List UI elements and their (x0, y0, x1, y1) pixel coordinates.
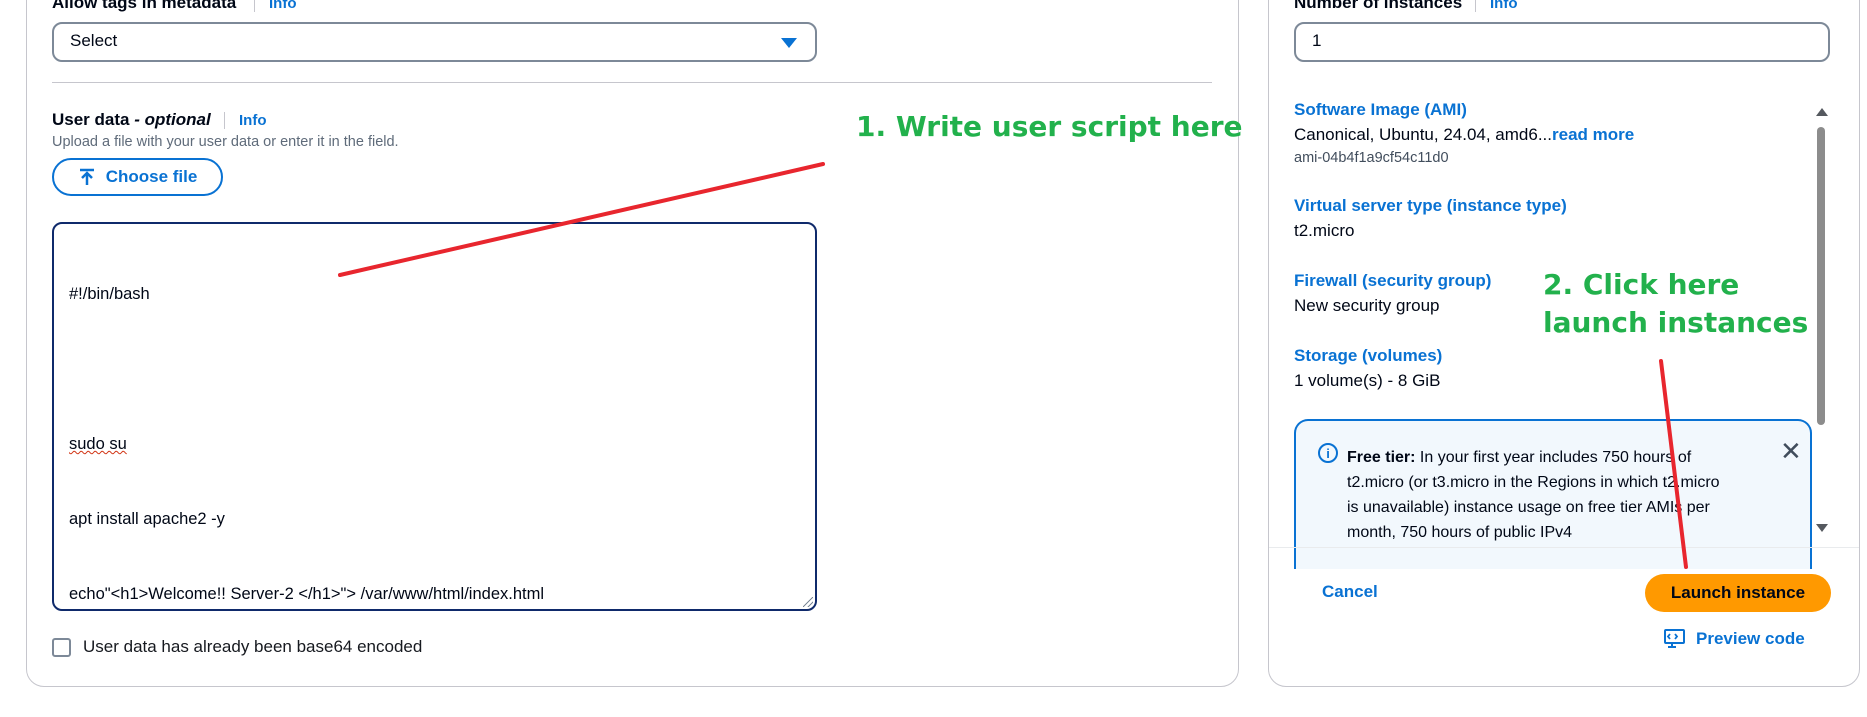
resize-handle[interactable] (803, 597, 813, 607)
ami-title[interactable]: Software Image (AMI) (1294, 100, 1467, 120)
user-data-description: Upload a file with your user data or ent… (52, 134, 399, 150)
user-data-line: #!/bin/bash (69, 285, 150, 303)
free-tier-text: Free tier: In your first year includes 7… (1347, 445, 1727, 545)
footer-divider (1269, 547, 1859, 548)
annotation-step1: 1. Write user script here (856, 110, 1243, 143)
storage-title[interactable]: Storage (volumes) (1294, 346, 1442, 366)
preview-code-label: Preview code (1696, 629, 1805, 648)
ami-value: Canonical, Ubuntu, 24.04, amd6... (1294, 125, 1552, 144)
firewall-value: New security group (1294, 296, 1440, 315)
metadata-tags-info-link[interactable]: Info (254, 0, 297, 12)
choose-file-label: Choose file (105, 167, 198, 186)
launch-instance-label: Launch instance (1670, 583, 1806, 602)
user-data-line (69, 357, 800, 382)
preview-code-icon (1664, 629, 1685, 648)
cancel-button[interactable]: Cancel (1322, 582, 1378, 602)
metadata-tags-select[interactable]: Select (52, 22, 817, 62)
ami-id: ami-04b4f1a9cf54c11d0 (1294, 150, 1449, 166)
user-data-label: User data - optional (52, 110, 211, 130)
instances-info-link[interactable]: Info (1475, 0, 1518, 12)
instance-type-title[interactable]: Virtual server type (instance type) (1294, 196, 1567, 216)
annotation-step2: 2. Click here launch instances (1543, 266, 1808, 342)
user-data-line: apt install apache2 -y (69, 510, 225, 528)
upload-icon (79, 168, 94, 185)
storage-value: 1 volume(s) - 8 GiB (1294, 371, 1441, 390)
base64-checkbox-label: User data has already been base64 encode… (83, 637, 423, 656)
scrollbar-thumb[interactable] (1817, 127, 1825, 425)
user-data-optional: - optional (134, 110, 211, 129)
launch-instance-button[interactable]: Launch instance (1645, 574, 1831, 612)
user-data-line: sudo su (69, 432, 800, 457)
user-data-line: echo"<h1>Welcome!! Server-2 </h1>"> /var… (69, 585, 544, 603)
choose-file-button[interactable]: Choose file (52, 158, 223, 196)
close-icon[interactable]: ✕ (1780, 438, 1802, 464)
metadata-tags-label: Allow tags in metadata (52, 0, 237, 12)
caret-down-icon (781, 38, 797, 48)
select-value: Select (70, 31, 118, 50)
user-data-textarea[interactable]: #!/bin/bash sudo su apt install apache2 … (52, 222, 817, 611)
firewall-title[interactable]: Firewall (security group) (1294, 271, 1491, 291)
section-divider (52, 82, 1212, 83)
free-tier-title: Free tier: (1347, 449, 1416, 466)
base64-checkbox[interactable] (52, 637, 71, 657)
instances-value: 1 (1312, 31, 1322, 50)
user-data-label-text: User data (52, 110, 130, 129)
annotation-step2-line1: 2. Click here (1543, 268, 1740, 301)
instances-input[interactable]: 1 (1294, 22, 1830, 62)
user-data-info-link[interactable]: Info (224, 112, 267, 129)
user-data-line-text: sudo su (69, 435, 127, 453)
ami-value-row: Canonical, Ubuntu, 24.04, amd6...read mo… (1294, 125, 1634, 145)
scroll-up-icon[interactable] (1816, 108, 1828, 116)
scroll-down-icon[interactable] (1816, 524, 1828, 532)
instance-type-value: t2.micro (1294, 221, 1355, 240)
base64-encoded-option[interactable]: User data has already been base64 encode… (52, 637, 422, 657)
instances-label: Number of instances (1294, 0, 1463, 12)
preview-code-button[interactable]: Preview code (1664, 629, 1805, 649)
annotation-step2-line2: launch instances (1543, 306, 1809, 339)
info-icon: i (1318, 443, 1338, 463)
ami-read-more-link[interactable]: read more (1552, 125, 1634, 144)
